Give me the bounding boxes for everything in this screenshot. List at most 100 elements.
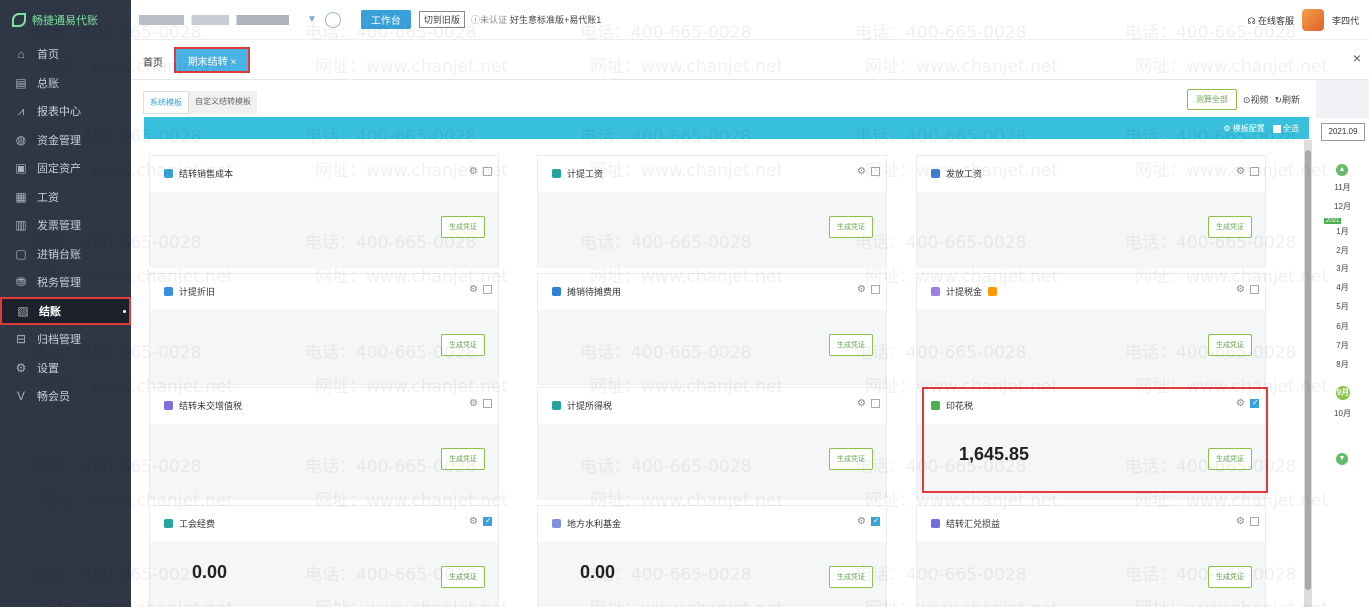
- sidebar-item-vip[interactable]: V 畅会员: [0, 382, 131, 411]
- card-body: 0.00 生成凭证: [150, 542, 498, 607]
- month-4月[interactable]: 4月: [1316, 282, 1369, 293]
- template-config-link[interactable]: ⚙ 模板配置: [1223, 123, 1264, 134]
- generate-voucher-button[interactable]: 生成凭证: [441, 216, 485, 238]
- gear-icon[interactable]: ⚙: [1236, 284, 1245, 295]
- sidebar-item-label: 首页: [37, 49, 59, 62]
- gear-icon[interactable]: ⚙: [1236, 516, 1245, 527]
- generate-voucher-button[interactable]: 生成凭证: [441, 448, 485, 470]
- online-service-link[interactable]: ☊ 在线客服: [1247, 14, 1294, 27]
- generate-voucher-button[interactable]: 生成凭证: [441, 566, 485, 588]
- gear-icon[interactable]: ⚙: [857, 516, 866, 527]
- sidebar-item-salary[interactable]: ▦ 工资: [0, 183, 131, 212]
- sidebar-item-ledger[interactable]: ▤ 总账: [0, 69, 131, 98]
- month-2月[interactable]: 2月: [1316, 245, 1369, 256]
- sidebar-item-asset[interactable]: ▣ 固定资产: [0, 154, 131, 183]
- card-checkbox[interactable]: [1250, 398, 1259, 408]
- gear-icon[interactable]: ⚙: [469, 284, 478, 295]
- calc-all-button[interactable]: 测算全部: [1186, 89, 1237, 110]
- chevron-up-icon[interactable]: ▲: [1336, 164, 1348, 176]
- card-checkbox[interactable]: [1250, 285, 1259, 294]
- card-body: 生成凭证: [917, 310, 1265, 386]
- gear-icon[interactable]: ⚙: [857, 284, 866, 295]
- gear-icon[interactable]: ⚙: [469, 166, 478, 177]
- gear-icon[interactable]: ⚙: [1236, 166, 1245, 177]
- refresh-link[interactable]: ↻刷新: [1274, 93, 1300, 106]
- sidebar-item-inventory[interactable]: ▢ 进销台账: [0, 240, 131, 269]
- month-12月[interactable]: 12月: [1316, 201, 1369, 212]
- workbench-button[interactable]: 工作台: [360, 10, 411, 29]
- salary-icon: ▦: [15, 189, 27, 204]
- gear-icon[interactable]: ⚙: [469, 516, 478, 527]
- generate-voucher-button[interactable]: 生成凭证: [1208, 566, 1252, 588]
- sidebar-item-report[interactable]: ⩘ 报表中心: [0, 97, 131, 126]
- info-badge-icon[interactable]: [988, 287, 998, 296]
- month-8月[interactable]: 8月: [1316, 359, 1369, 370]
- generate-voucher-button[interactable]: 生成凭证: [829, 216, 873, 238]
- card-checkbox[interactable]: [871, 285, 880, 294]
- month-1月[interactable]: 1月: [1316, 226, 1369, 237]
- generate-voucher-button[interactable]: 生成凭证: [1208, 448, 1252, 470]
- month-5月[interactable]: 5月: [1316, 301, 1369, 312]
- sidebar-item-tax[interactable]: ⛃ 税务管理: [0, 268, 131, 297]
- generate-voucher-button[interactable]: 生成凭证: [441, 334, 485, 356]
- scrollbar-thumb[interactable]: [1305, 150, 1311, 590]
- close-icon[interactable]: ×: [1353, 50, 1361, 66]
- verify-status[interactable]: ⓘ未认证: [471, 13, 507, 26]
- card-title-text: 发放工资: [946, 169, 983, 179]
- generate-voucher-button[interactable]: 生成凭证: [1208, 334, 1252, 356]
- generate-voucher-button[interactable]: 生成凭证: [1208, 216, 1252, 238]
- sidebar-item-closing[interactable]: ▧ 结账: [0, 296, 131, 325]
- chevron-down-icon[interactable]: ▼: [307, 14, 317, 25]
- generate-voucher-button[interactable]: 生成凭证: [829, 334, 873, 356]
- month-11月[interactable]: 11月: [1316, 182, 1369, 193]
- video-link[interactable]: ⊙视频: [1243, 93, 1269, 106]
- card-checkbox[interactable]: [1250, 167, 1259, 176]
- generate-voucher-button[interactable]: 生成凭证: [829, 566, 873, 588]
- card-header: 结转未交增值税 ⚙: [150, 388, 498, 424]
- sidebar-item-archive[interactable]: ⊟ 归档管理: [0, 325, 131, 354]
- sidebar-item-invoice[interactable]: ▥ 发票管理: [0, 211, 131, 240]
- sidebar-item-fund[interactable]: ◍ 资金管理: [0, 126, 131, 155]
- card-checkbox[interactable]: [871, 167, 880, 176]
- month-7月[interactable]: 7月: [1316, 340, 1369, 351]
- invoice-icon: ▥: [15, 218, 27, 233]
- month-3月[interactable]: 3月: [1316, 263, 1369, 274]
- tab-home[interactable]: 首页: [143, 54, 163, 69]
- tab-period-end-transfer[interactable]: 期末结转 ×: [174, 47, 250, 73]
- chevron-down-icon[interactable]: ▼: [1336, 453, 1348, 465]
- month-10月[interactable]: 10月: [1316, 408, 1369, 419]
- card-body: 生成凭证: [150, 424, 498, 500]
- switch-old-version-button[interactable]: 切到旧版: [418, 11, 465, 28]
- sidebar-item-settings[interactable]: ⚙ 设置: [0, 354, 131, 383]
- card-title-text: 结转汇兑损益: [946, 519, 1001, 529]
- card-checkbox[interactable]: [871, 399, 880, 408]
- sidebar-item-label: 固定资产: [37, 163, 81, 176]
- app-logo[interactable]: 畅捷通易代账: [0, 0, 131, 40]
- month-6月[interactable]: 6月: [1316, 321, 1369, 332]
- gear-icon[interactable]: ⚙: [857, 398, 866, 409]
- avatar[interactable]: [1301, 9, 1324, 31]
- card-checkbox[interactable]: [483, 516, 492, 526]
- period-panel: 2021.09 ▲ 2021 11月 12月 1月 2月 3月 4月 5月 6月 7月 8月 9月 1…: [1316, 118, 1369, 607]
- template-icon: [931, 519, 940, 528]
- gear-icon[interactable]: ⚙: [857, 166, 866, 177]
- version-label: 好生意标准版+易代账1: [509, 15, 602, 25]
- gear-icon[interactable]: ⚙: [1236, 398, 1245, 409]
- period-year-field[interactable]: 2021.09: [1321, 123, 1365, 141]
- select-all-checkbox[interactable]: 全选: [1272, 123, 1299, 134]
- card-checkbox[interactable]: [483, 285, 492, 294]
- tab-custom-template[interactable]: 自定义结转模板: [189, 91, 257, 114]
- generate-voucher-button[interactable]: 生成凭证: [829, 448, 873, 470]
- card-checkbox[interactable]: [483, 399, 492, 408]
- card-checkbox[interactable]: [871, 516, 880, 526]
- company-name-redacted[interactable]: [139, 14, 289, 25]
- month-9月[interactable]: 9月: [1336, 386, 1350, 400]
- card-header: 发放工资 ⚙: [917, 156, 1265, 192]
- card-checkbox[interactable]: [1250, 517, 1259, 526]
- tab-system-template[interactable]: 系统模板: [143, 91, 189, 114]
- gear-icon[interactable]: ⚙: [469, 398, 478, 409]
- account-book-icon[interactable]: [324, 11, 341, 28]
- sidebar-item-home[interactable]: ⌂ 首页: [0, 40, 131, 69]
- user-name[interactable]: 李四代: [1332, 14, 1359, 27]
- card-checkbox[interactable]: [483, 167, 492, 176]
